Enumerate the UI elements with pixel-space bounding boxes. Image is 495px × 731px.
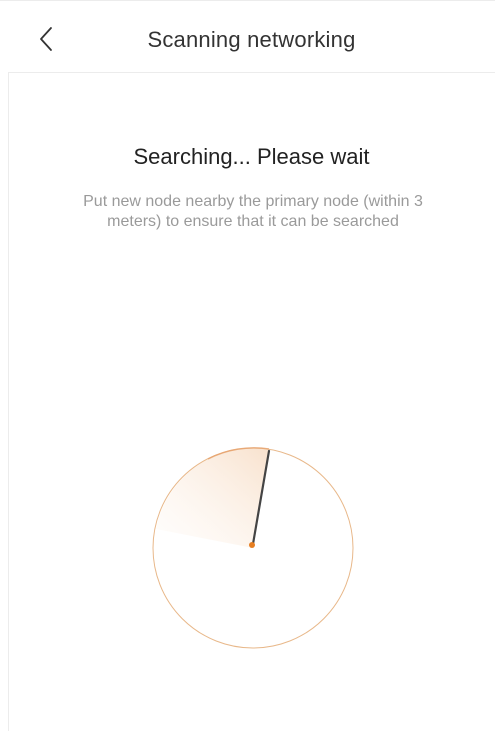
header-bar: Scanning networking: [8, 1, 495, 73]
chevron-left-icon: [40, 27, 52, 51]
radar-sweep-icon: [152, 447, 354, 649]
back-button[interactable]: [32, 23, 60, 55]
searching-title: Searching... Please wait: [133, 144, 370, 169]
left-divider: [8, 0, 9, 731]
placement-hint: Put new node nearby the primary node (wi…: [83, 193, 423, 230]
page-title: Scanning networking: [147, 27, 356, 52]
radar-scanner: [150, 445, 356, 651]
radar-sweep: [156, 447, 269, 548]
radar-center-dot: [249, 542, 255, 548]
